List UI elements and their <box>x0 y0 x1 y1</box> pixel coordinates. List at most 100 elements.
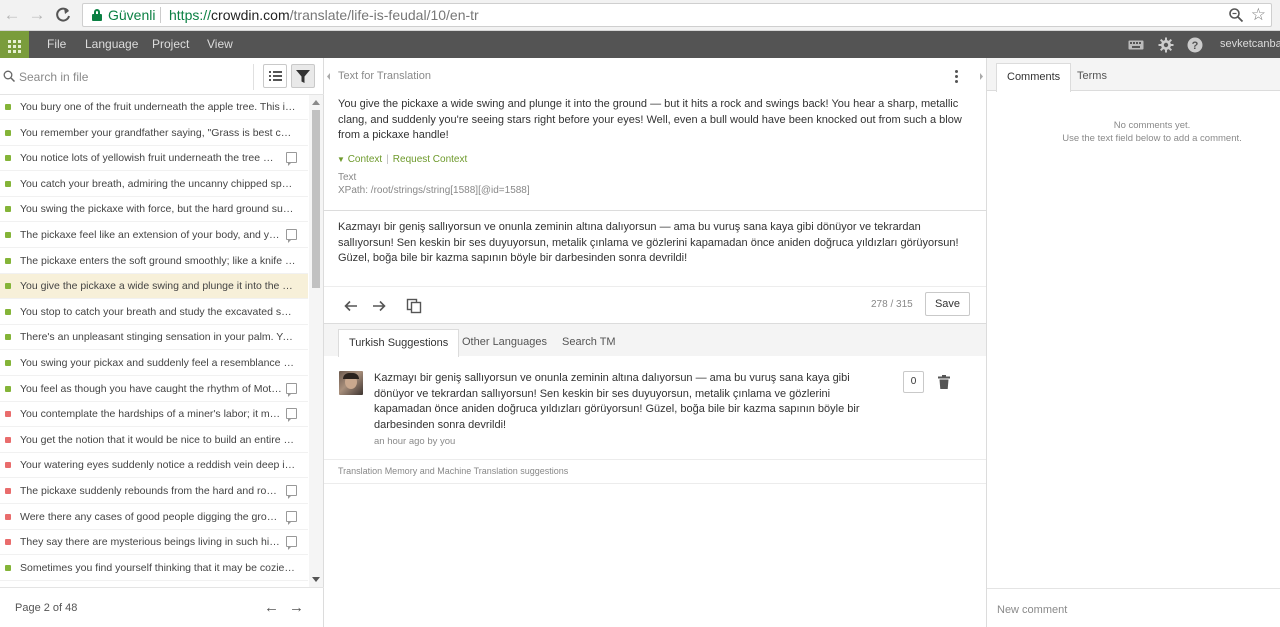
browser-toolbar: ← → Güvenli https://crowdin.com/translat… <box>0 0 1280 31</box>
url-protocol: https:// <box>169 7 212 23</box>
prev-page-arrow-icon[interactable]: ← <box>264 599 279 616</box>
suggestion-item[interactable]: Kazmayı bir geniş sallıyorsun ve onunla … <box>324 356 986 460</box>
menu-language[interactable]: Language <box>85 37 138 51</box>
untranslated-status-icon <box>5 488 11 494</box>
next-string-arrow-icon[interactable] <box>371 298 387 314</box>
tab-turkish-suggestions[interactable]: Turkish Suggestions <box>338 329 460 357</box>
suggestion-text[interactable]: Kazmayı bir geniş sallıyorsun ve onunla … <box>374 371 884 433</box>
new-comment-input[interactable] <box>997 601 1267 619</box>
zoom-icon[interactable] <box>1228 7 1244 23</box>
comment-icon <box>286 485 297 499</box>
string-row[interactable]: The pickaxe feel like an extension of yo… <box>0 223 308 248</box>
untranslated-status-icon <box>5 411 11 418</box>
string-row[interactable]: You catch your breath, admiring the unca… <box>0 172 308 197</box>
menu-view[interactable]: View <box>207 37 233 51</box>
tm-divider <box>324 483 986 484</box>
scrollbar-thumb[interactable] <box>312 110 320 288</box>
search-separator <box>253 64 254 90</box>
string-row[interactable]: You swing your pickax and suddenly feel … <box>0 351 308 376</box>
string-row[interactable]: They say there are mysterious beings liv… <box>0 530 308 556</box>
string-row-text: You swing your pickax and suddenly feel … <box>20 357 296 369</box>
translation-textarea[interactable]: Kazmayı bir geniş sallıyorsun ve onunla … <box>338 220 972 267</box>
string-row[interactable]: You get the notion that it would be nice… <box>0 428 308 453</box>
string-row[interactable]: You contemplate the hardships of a miner… <box>0 402 308 428</box>
lock-icon <box>92 9 102 21</box>
comment-icon <box>286 408 297 423</box>
string-row[interactable]: You bury one of the fruit underneath the… <box>0 95 308 120</box>
menu-project[interactable]: Project <box>152 37 189 51</box>
string-row[interactable]: You remember your grandfather saying, "G… <box>0 121 308 146</box>
comment-icon <box>286 382 297 397</box>
string-row-text: There's an unpleasant stinging sensation… <box>20 331 296 344</box>
string-row[interactable]: The pickaxe enters the soft ground smoot… <box>0 249 308 274</box>
translated-status-icon <box>5 283 11 290</box>
pager: Page 2 of 48 ← → <box>0 587 324 627</box>
string-row[interactable]: Your watering eyes suddenly notice a red… <box>0 453 308 479</box>
scroll-up-arrow-icon[interactable] <box>312 100 320 105</box>
string-row-text: The pickaxe suddenly rebounds from the h… <box>20 485 282 497</box>
no-comments-line1: No comments yet. <box>1113 120 1191 131</box>
filter-button[interactable] <box>291 64 315 88</box>
untranslated-status-icon <box>5 462 11 469</box>
translated-status-icon <box>5 385 11 392</box>
comment-icon <box>286 536 297 551</box>
string-row[interactable]: You give the pickaxe a wide swing and pl… <box>0 274 308 300</box>
previous-string-arrow-icon[interactable] <box>343 298 359 314</box>
string-row[interactable]: You swing the pickaxe with force, but th… <box>0 197 308 223</box>
copy-source-icon[interactable] <box>406 298 422 314</box>
url-text[interactable]: https://crowdin.com/translate/life-is-fe… <box>169 7 479 23</box>
username-label[interactable]: sevketcanba <box>1220 38 1280 50</box>
string-row[interactable]: You feel as though you have caught the r… <box>0 377 308 402</box>
trash-icon[interactable] <box>938 375 950 389</box>
translated-status-icon <box>5 564 11 571</box>
string-row[interactable]: You notice lots of yellowish fruit under… <box>0 146 308 172</box>
keyboard-icon[interactable] <box>1128 37 1144 53</box>
apps-grid-icon[interactable] <box>0 31 29 58</box>
gear-icon[interactable] <box>1158 37 1174 53</box>
forward-arrow-icon[interactable]: → <box>27 5 47 25</box>
string-row-text: Sometimes you find yourself thinking tha… <box>20 561 296 574</box>
translated-status-icon <box>5 155 11 162</box>
translated-status-icon <box>5 257 11 264</box>
actions-divider <box>324 286 986 287</box>
string-row-text: Your watering eyes suddenly notice a red… <box>20 459 296 472</box>
string-row[interactable]: There's an unpleasant stinging sensation… <box>0 325 308 351</box>
url-path: /translate/life-is-feudal/10/en-tr <box>289 7 479 23</box>
avatar <box>339 371 363 395</box>
scroll-down-arrow-icon[interactable] <box>312 577 320 582</box>
reload-icon[interactable] <box>53 5 73 25</box>
string-row[interactable]: The pickaxe suddenly rebounds from the h… <box>0 479 308 504</box>
tab-search-tm[interactable]: Search TM <box>552 329 626 357</box>
strings-scrollbar[interactable] <box>309 95 323 587</box>
list-view-button[interactable] <box>263 64 287 88</box>
strings-panel: You bury one of the fruit underneath the… <box>0 58 324 627</box>
save-button[interactable]: Save <box>925 292 970 316</box>
tab-comments[interactable]: Comments <box>996 63 1072 92</box>
tab-terms[interactable]: Terms <box>1067 63 1117 91</box>
string-row-text: You give the pickaxe a wide swing and pl… <box>20 280 296 293</box>
help-icon[interactable]: ? <box>1187 37 1203 53</box>
address-bar[interactable]: Güvenli https://crowdin.com/translate/li… <box>82 3 1272 27</box>
tab-other-languages[interactable]: Other Languages <box>452 329 557 357</box>
string-row[interactable]: Sometimes you find yourself thinking tha… <box>0 556 308 581</box>
more-options-icon[interactable] <box>952 69 962 85</box>
request-context-link[interactable]: Request Context <box>393 154 468 165</box>
source-text: You give the pickaxe a wide swing and pl… <box>338 98 962 141</box>
string-row[interactable]: Were there any cases of good people digg… <box>0 505 308 530</box>
back-arrow-icon[interactable]: ← <box>2 5 22 25</box>
no-comments-message: No comments yet. Use the text field belo… <box>987 119 1280 145</box>
secure-label: Güvenli <box>108 7 156 23</box>
translated-status-icon <box>5 104 11 110</box>
collapse-left-icon[interactable] <box>324 58 334 95</box>
collapse-right-icon[interactable] <box>976 58 986 95</box>
next-page-arrow-icon[interactable]: → <box>289 599 304 616</box>
string-row[interactable]: You stop to catch your breath and study … <box>0 300 308 325</box>
string-row-text: You contemplate the hardships of a miner… <box>20 408 282 421</box>
search-input[interactable] <box>19 68 244 86</box>
address-separator <box>160 7 161 23</box>
menu-file[interactable]: File <box>47 37 66 51</box>
context-toggle[interactable]: Context <box>348 154 382 165</box>
vote-count[interactable]: 0 <box>903 371 924 393</box>
string-type: Text <box>338 172 357 183</box>
bookmark-star-icon[interactable]: ☆ <box>1251 5 1266 25</box>
